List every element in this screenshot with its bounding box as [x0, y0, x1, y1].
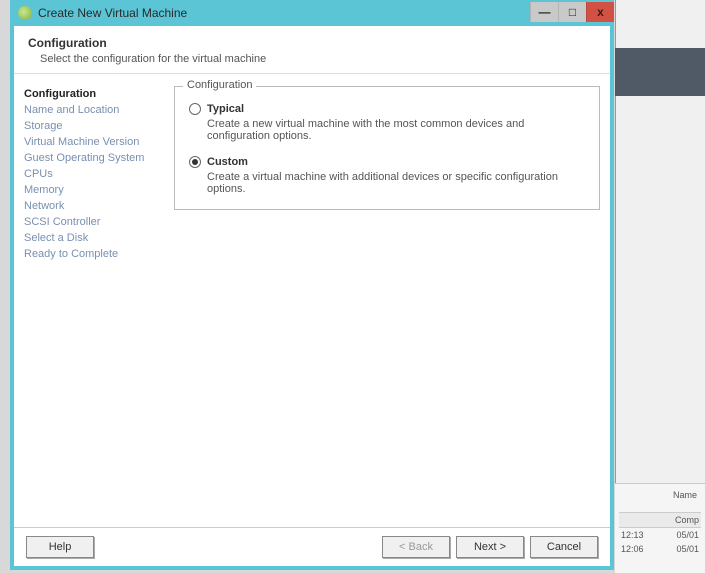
wizard-header-title: Configuration: [28, 36, 596, 50]
radio-row: Typical: [189, 103, 585, 115]
radio-label-custom: Custom: [207, 156, 248, 168]
background-date: 05/01: [676, 530, 699, 540]
background-time: 12:06: [621, 544, 644, 554]
sidebar-item-network[interactable]: Network: [24, 198, 166, 214]
background-row: 12:06 05/01: [619, 542, 701, 556]
background-header-bar: [615, 48, 705, 96]
sidebar-item-memory[interactable]: Memory: [24, 182, 166, 198]
background-name-label: Name: [673, 490, 697, 500]
background-date: 05/01: [676, 544, 699, 554]
background-bottom-panel: Name Comp 12:13 05/01 12:06 05/01: [615, 483, 705, 573]
radio-option-typical[interactable]: Typical Create a new virtual machine wit…: [189, 103, 585, 142]
sidebar-item-vm-version[interactable]: Virtual Machine Version: [24, 134, 166, 150]
back-button[interactable]: < Back: [382, 536, 450, 558]
maximize-button[interactable]: □: [558, 2, 586, 22]
cancel-button[interactable]: Cancel: [530, 536, 598, 558]
sidebar-item-configuration[interactable]: Configuration: [24, 86, 166, 102]
app-icon: [18, 6, 32, 20]
background-window: Name Comp 12:13 05/01 12:06 05/01: [615, 0, 705, 573]
sidebar-item-ready-complete[interactable]: Ready to Complete: [24, 246, 166, 262]
background-time: 12:13: [621, 530, 644, 540]
sidebar-item-cpus[interactable]: CPUs: [24, 166, 166, 182]
radio-desc-typical: Create a new virtual machine with the mo…: [207, 118, 585, 142]
create-vm-dialog: Create New Virtual Machine — □ x Configu…: [10, 0, 614, 570]
sidebar-item-select-disk[interactable]: Select a Disk: [24, 230, 166, 246]
wizard-sidebar: Configuration Name and Location Storage …: [24, 86, 174, 519]
background-row: 12:13 05/01: [619, 528, 701, 542]
radio-option-custom[interactable]: Custom Create a virtual machine with add…: [189, 156, 585, 195]
main-panel: Configuration Typical Create a new virtu…: [174, 86, 600, 519]
radio-icon[interactable]: [189, 103, 201, 115]
sidebar-item-scsi-controller[interactable]: SCSI Controller: [24, 214, 166, 230]
radio-label-typical: Typical: [207, 103, 244, 115]
radio-row: Custom: [189, 156, 585, 168]
sidebar-item-guest-os[interactable]: Guest Operating System: [24, 150, 166, 166]
window-title: Create New Virtual Machine: [38, 6, 187, 20]
radio-icon[interactable]: [189, 156, 201, 168]
titlebar-left: Create New Virtual Machine: [18, 6, 187, 20]
wizard-header-subtitle: Select the configuration for the virtual…: [40, 53, 596, 65]
sidebar-item-storage[interactable]: Storage: [24, 118, 166, 134]
configuration-fieldset: Configuration Typical Create a new virtu…: [174, 86, 600, 210]
wizard-header: Configuration Select the configuration f…: [14, 26, 610, 74]
window-controls: — □ x: [530, 2, 614, 24]
close-button[interactable]: x: [586, 2, 614, 22]
help-button[interactable]: Help: [26, 536, 94, 558]
wizard-footer: Help < Back Next > Cancel: [14, 527, 610, 566]
next-button[interactable]: Next >: [456, 536, 524, 558]
background-column-header: Comp: [619, 512, 701, 528]
radio-desc-custom: Create a virtual machine with additional…: [207, 171, 585, 195]
titlebar[interactable]: Create New Virtual Machine — □ x: [10, 0, 614, 26]
sidebar-item-name-location[interactable]: Name and Location: [24, 102, 166, 118]
minimize-button[interactable]: —: [530, 2, 558, 22]
wizard-body: Configuration Name and Location Storage …: [14, 74, 610, 527]
footer-right: < Back Next > Cancel: [382, 536, 598, 558]
fieldset-legend: Configuration: [183, 79, 256, 91]
